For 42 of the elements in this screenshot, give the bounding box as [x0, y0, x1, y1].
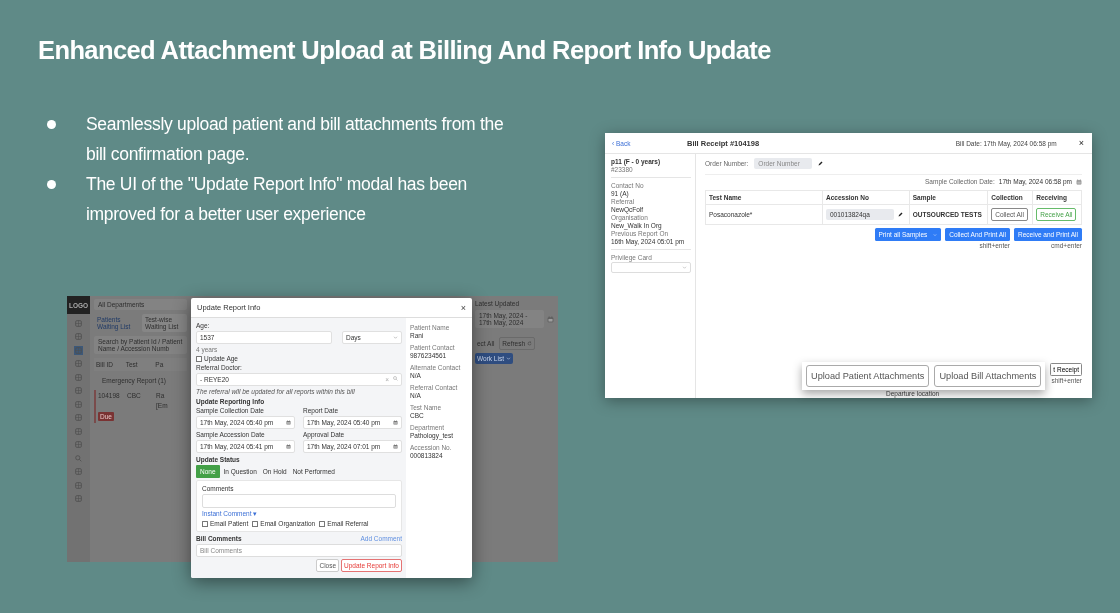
upload-button[interactable]: Upload Bill Attachments: [934, 365, 1042, 387]
pencil-icon: [898, 212, 903, 217]
sidebar-icon: [75, 427, 82, 435]
sidebar-icon: [75, 495, 82, 502]
caret-icon: [393, 335, 398, 340]
checkbox[interactable]: [252, 520, 259, 527]
calendar-icon: [1076, 178, 1082, 185]
sidebar-icon: [75, 319, 82, 327]
bullet-text: Seamlessly upload patient and bill attachments from the bill confirmation page.: [86, 113, 505, 166]
caret-icon: [682, 265, 687, 270]
sidebar-icon: [75, 441, 82, 448]
calendar-icon: [547, 315, 554, 323]
close-button[interactable]: ×: [1078, 138, 1084, 148]
bullet-icon: [47, 180, 56, 189]
search-icon: [393, 376, 398, 381]
sidebar-icon: [75, 346, 82, 354]
calendar-icon: [393, 444, 398, 449]
sidebar-icon: [75, 400, 82, 408]
pencil-icon: [818, 161, 824, 166]
upload-button[interactable]: Upload Patient Attachments: [806, 365, 930, 387]
sidebar-icon: [75, 360, 82, 367]
comments-field[interactable]: [202, 494, 396, 508]
sidebar-icon: [75, 373, 82, 381]
slide-title: Enhanced Attachment Upload at Billing And Report Info Update: [38, 36, 771, 65]
caret-icon: [505, 356, 511, 361]
caret-icon: [933, 232, 938, 237]
sidebar-icon: [75, 481, 82, 489]
refresh-icon: [527, 341, 533, 346]
calendar-icon: [286, 420, 291, 425]
sidebar-icon: [75, 387, 82, 394]
bullet-icon: [47, 120, 56, 129]
checkbox[interactable]: [202, 520, 208, 527]
checkbox[interactable]: [196, 355, 202, 362]
calendar-icon: [286, 444, 291, 449]
sidebar-icon: [75, 414, 82, 421]
close-button[interactable]: ×: [460, 304, 466, 311]
sidebar-icon: [75, 333, 82, 340]
bullet-text: The UI of the "Update Report Info" modal has been improved for a better user experience: [86, 173, 469, 226]
checkbox[interactable]: [319, 520, 326, 527]
sidebar-icon: [75, 468, 82, 475]
calendar-icon: [393, 420, 398, 425]
sidebar-icon: [75, 454, 82, 462]
